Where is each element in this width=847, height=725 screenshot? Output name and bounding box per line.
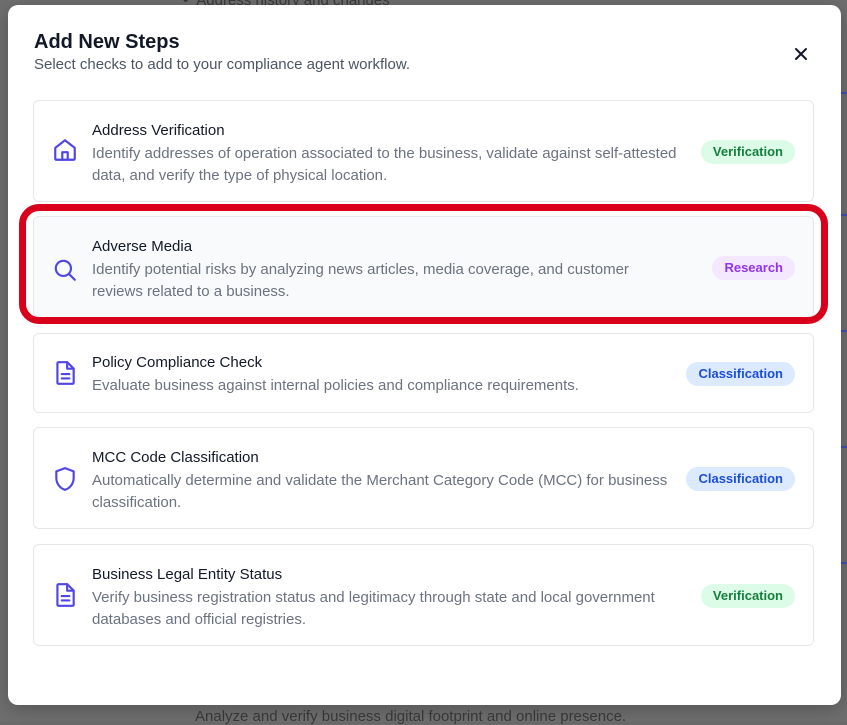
step-description: Automatically determine and validate the… xyxy=(92,472,668,511)
step-card-policy-compliance-check[interactable]: Policy Compliance Check Evaluate busines… xyxy=(33,333,814,413)
step-title: Policy Compliance Check xyxy=(92,354,263,371)
step-description: Verify business registration status and … xyxy=(92,589,655,628)
document-icon xyxy=(56,583,75,607)
category-badge: Classification xyxy=(686,362,795,386)
step-card-adverse-media[interactable]: Adverse Media Identify potential risks b… xyxy=(33,216,814,318)
close-icon xyxy=(795,48,807,60)
document-icon xyxy=(56,361,75,385)
category-badge: Verification xyxy=(700,140,795,164)
background-edge-mark xyxy=(841,92,847,94)
category-badge: Verification xyxy=(700,584,795,608)
step-title: Adverse Media xyxy=(92,238,193,255)
step-title: Address Verification xyxy=(92,122,225,139)
category-badge: Classification xyxy=(686,467,795,491)
step-card-address-verification[interactable]: Address Verification Identify addresses … xyxy=(33,100,814,202)
close-button[interactable] xyxy=(789,42,813,66)
dialog-subtitle: Select checks to add to your compliance … xyxy=(34,56,411,73)
search-icon xyxy=(54,259,76,281)
background-text-bottom: Analyze and verify business digital foot… xyxy=(195,708,627,725)
dialog-title: Add New Steps xyxy=(34,31,180,53)
step-description: Identify addresses of operation associat… xyxy=(92,145,677,184)
step-title: MCC Code Classification xyxy=(92,449,259,466)
step-description: Identify potential risks by analyzing ne… xyxy=(92,261,629,300)
shield-icon xyxy=(55,467,75,491)
background-edge-mark xyxy=(841,446,847,448)
background-edge-mark xyxy=(841,330,847,332)
background-edge-mark xyxy=(841,214,847,216)
add-steps-dialog: Add New Steps Select checks to add to yo… xyxy=(8,5,841,705)
step-card-mcc-code-classification[interactable]: MCC Code Classification Automatically de… xyxy=(33,427,814,529)
category-badge: Research xyxy=(712,256,795,280)
step-description: Evaluate business against internal polic… xyxy=(92,377,579,394)
step-card-business-legal-entity-status[interactable]: Business Legal Entity Status Verify busi… xyxy=(33,544,814,646)
home-icon xyxy=(54,139,76,161)
step-title: Business Legal Entity Status xyxy=(92,566,283,583)
background-edge-mark xyxy=(841,562,847,564)
